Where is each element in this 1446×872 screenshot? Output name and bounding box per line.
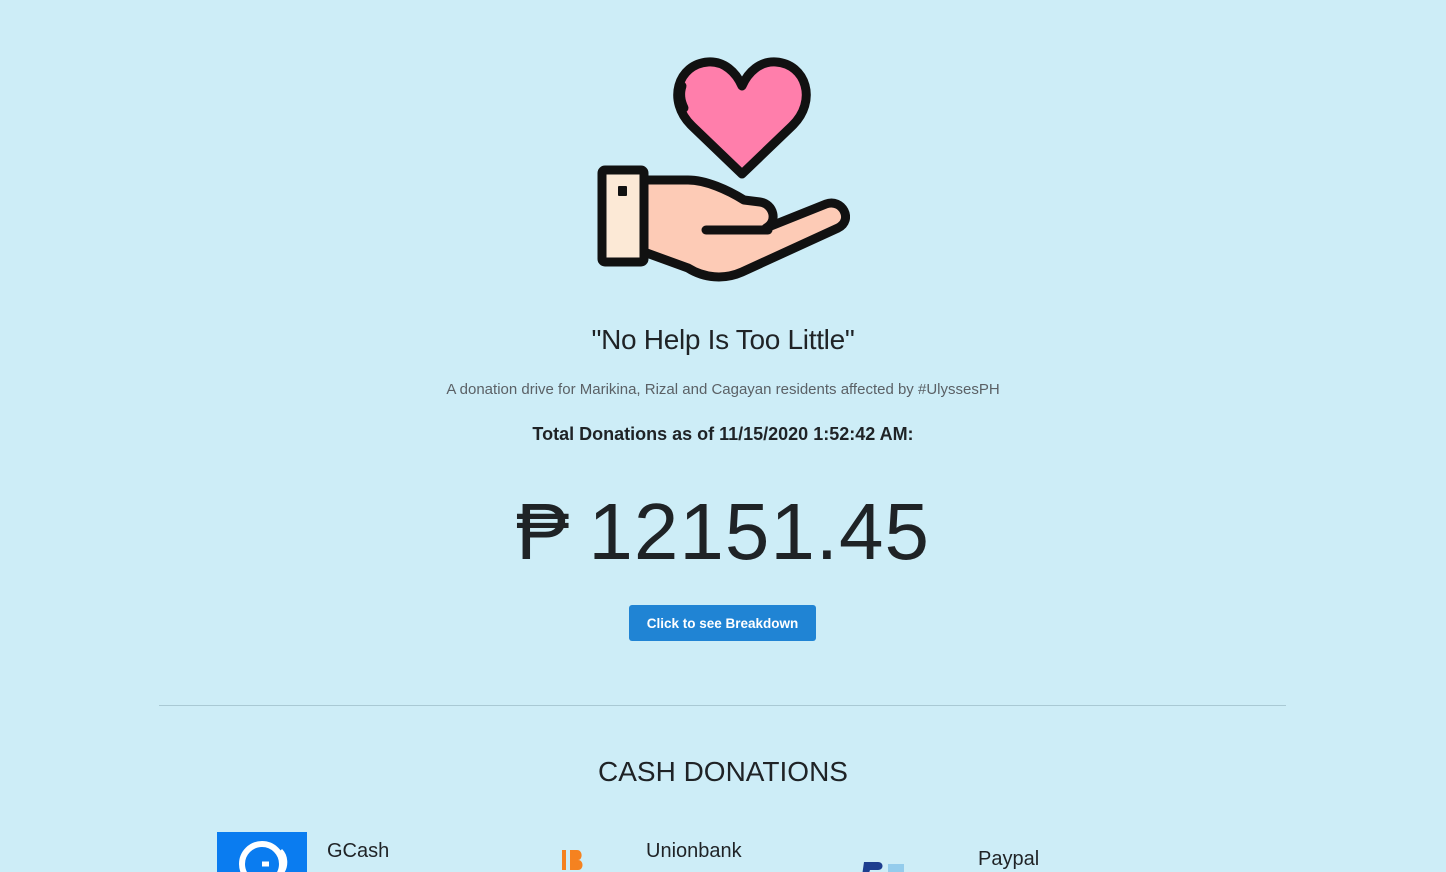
page-subtitle: A donation drive for Marikina, Rizal and… <box>446 381 1000 398</box>
cash-donations-heading: CASH DONATIONS <box>598 756 848 787</box>
method-name-unionbank: Unionbank <box>646 840 742 862</box>
gcash-logo-icon <box>217 832 307 872</box>
see-breakdown-button[interactable]: Click to see Breakdown <box>629 605 816 641</box>
total-donations-label: Total Donations as of 11/15/2020 1:52:42… <box>532 424 914 444</box>
page-title: "No Help Is Too Little" <box>591 324 855 355</box>
total-donations-amount: ₱ 12151.45 <box>0 484 1446 580</box>
paypal-logo-icon <box>858 852 938 872</box>
hand-heart-icon <box>597 57 850 282</box>
currency-symbol: ₱ <box>515 487 571 576</box>
amount-value: 12151.45 <box>588 487 931 576</box>
method-name-paypal: Paypal <box>978 848 1040 870</box>
section-divider <box>159 705 1286 706</box>
method-name-gcash: GCash <box>327 840 390 862</box>
